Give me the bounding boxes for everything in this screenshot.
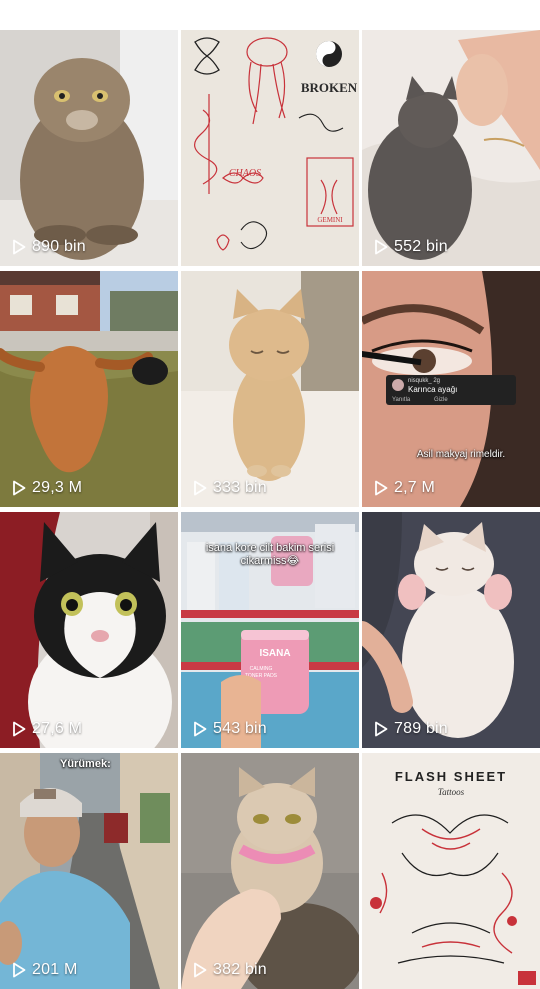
view-count: 543 bin — [193, 720, 267, 738]
play-outline-icon — [13, 721, 26, 737]
comment-text: Karınca ayağı — [408, 385, 458, 394]
view-count-label: 29,3 M — [32, 479, 83, 496]
play-outline-icon — [13, 480, 26, 496]
video-tile[interactable]: FLASH SHEET Tattoos — [362, 753, 540, 989]
comment-hide[interactable]: Gizle — [434, 396, 448, 404]
view-count: 333 bin — [193, 479, 267, 497]
comment-bubble[interactable]: nisqukk_ 2g Karınca ayağı Yanıtla Gizle — [386, 375, 516, 405]
view-count: 27,6 M — [12, 720, 82, 738]
view-count-label: 2,7 M — [394, 479, 436, 496]
play-outline-icon — [194, 721, 207, 737]
flash-sheet-title: FLASH SHEET — [395, 769, 507, 784]
avatar — [392, 379, 404, 391]
video-caption: Asil makyaj rimeldir. — [416, 449, 506, 460]
video-caption: Yürümek: — [60, 758, 111, 770]
view-count-label: 382 bin — [213, 961, 267, 978]
video-tile[interactable]: 27,6 M — [0, 512, 178, 748]
video-tile[interactable]: 382 bin — [181, 753, 359, 989]
view-count-label: 27,6 M — [32, 720, 83, 737]
thumbnail-flash-sheet: FLASH SHEET Tattoos — [362, 753, 540, 989]
play-outline-icon — [194, 480, 207, 496]
video-tile[interactable]: nisqukk_ 2g Karınca ayağı Yanıtla Gizle … — [362, 271, 540, 507]
video-tile[interactable]: 29,3 M — [0, 271, 178, 507]
tattoo-text-gemini: GEMINI — [317, 216, 343, 224]
view-count: 201 M — [12, 961, 77, 979]
thumbnail-boy-street — [0, 753, 178, 989]
play-outline-icon — [13, 962, 26, 978]
thumbnail-standing-cat — [181, 271, 359, 507]
play-outline-icon — [375, 239, 388, 255]
view-count: 890 bin — [12, 238, 86, 256]
thumbnail-orange-cat-yard — [0, 271, 178, 507]
video-tile[interactable]: 333 bin — [181, 271, 359, 507]
video-tile[interactable]: BROKEN CHAOS GEMINI — [181, 30, 359, 266]
video-tile[interactable]: 552 bin — [362, 30, 540, 266]
video-tile[interactable]: ISANA CALMING TONER PADS isana kore cilt… — [181, 512, 359, 748]
product-line-1: CALMING — [250, 666, 273, 672]
flash-sheet-subtitle: Tattoos — [438, 787, 465, 797]
view-count-label: 201 M — [32, 961, 78, 978]
comment-reply[interactable]: Yanıtla — [392, 396, 410, 404]
comment-user: nisqukk_ 2g — [408, 378, 441, 384]
video-tile[interactable]: 890 bin — [0, 30, 178, 266]
thumbnail-grey-kitten — [362, 30, 540, 266]
thumbnail-cat-harness — [181, 753, 359, 989]
play-outline-icon — [375, 721, 388, 737]
view-count-label: 789 bin — [394, 720, 448, 737]
thumbnail-manul-cat — [0, 30, 178, 266]
view-count-label: 890 bin — [32, 238, 86, 255]
video-grid: 890 bin BROKEN CHAOS GEMINI 552 bin 29,3… — [0, 30, 540, 989]
thumbnail-tattoo-sheet: BROKEN CHAOS GEMINI — [181, 30, 359, 266]
view-count: 29,3 M — [12, 479, 82, 497]
view-count: 382 bin — [193, 961, 267, 979]
video-tile[interactable]: 789 bin — [362, 512, 540, 748]
play-outline-icon — [13, 239, 26, 255]
play-outline-icon — [375, 480, 388, 496]
tattoo-text-chaos: CHAOS — [229, 168, 261, 179]
view-count: 552 bin — [374, 238, 448, 256]
view-count-label: 552 bin — [394, 238, 448, 255]
video-caption: isana kore cilt bakim serisi cikarmiss😂 — [205, 542, 335, 567]
view-count: 789 bin — [374, 720, 448, 738]
view-count-label: 543 bin — [213, 720, 267, 737]
play-outline-icon — [194, 962, 207, 978]
tattoo-text-broken: BROKEN — [301, 80, 358, 95]
product-brand: ISANA — [259, 648, 290, 659]
thumbnail-black-white-cat — [0, 512, 178, 748]
view-count-label: 333 bin — [213, 479, 267, 496]
view-count: 2,7 M — [374, 479, 435, 497]
thumbnail-sleeping-kitten — [362, 512, 540, 748]
video-tile[interactable]: Yürümek: 201 M — [0, 753, 178, 989]
